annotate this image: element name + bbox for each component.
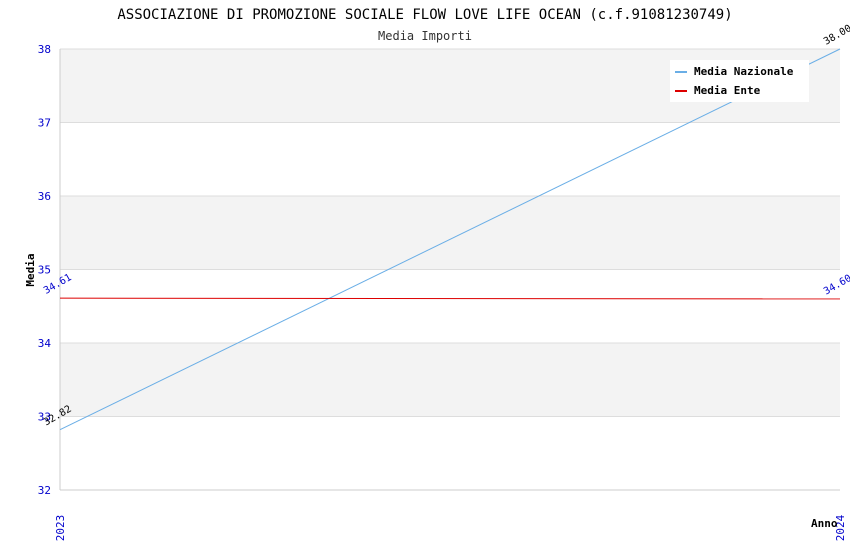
grid-band bbox=[60, 269, 840, 343]
chart-title: ASSOCIAZIONE DI PROMOZIONE SOCIALE FLOW … bbox=[117, 7, 732, 23]
x-tick-label: 2023 bbox=[54, 515, 67, 542]
y-axis-label: Media bbox=[24, 253, 37, 286]
legend: Media Nazionale Media Ente bbox=[670, 60, 809, 102]
chart-subtitle: Media Importi bbox=[378, 29, 472, 43]
y-tick-label: 34 bbox=[38, 337, 52, 350]
grid-band bbox=[60, 343, 840, 417]
y-tick-label: 32 bbox=[38, 484, 51, 497]
y-tick-label: 36 bbox=[38, 190, 51, 203]
x-tick-labels: 2023 2024 bbox=[54, 514, 847, 541]
legend-label-media-ente: Media Ente bbox=[694, 84, 761, 97]
y-tick-label: 38 bbox=[38, 43, 51, 56]
legend-label-media-nazionale: Media Nazionale bbox=[694, 65, 794, 78]
grid-band bbox=[60, 416, 840, 490]
chart: 32333435363738 2023 2024 32.8238.0034.61 3… bbox=[24, 7, 850, 541]
grid-band bbox=[60, 196, 840, 270]
y-tick-label: 37 bbox=[38, 117, 51, 130]
y-tick-labels: 32333435363738 bbox=[38, 43, 52, 497]
y-tick-label: 35 bbox=[38, 264, 51, 277]
grid-band bbox=[60, 122, 840, 196]
x-axis-label: Anno bbox=[811, 517, 838, 530]
data-label: 38.00 bbox=[822, 23, 850, 48]
